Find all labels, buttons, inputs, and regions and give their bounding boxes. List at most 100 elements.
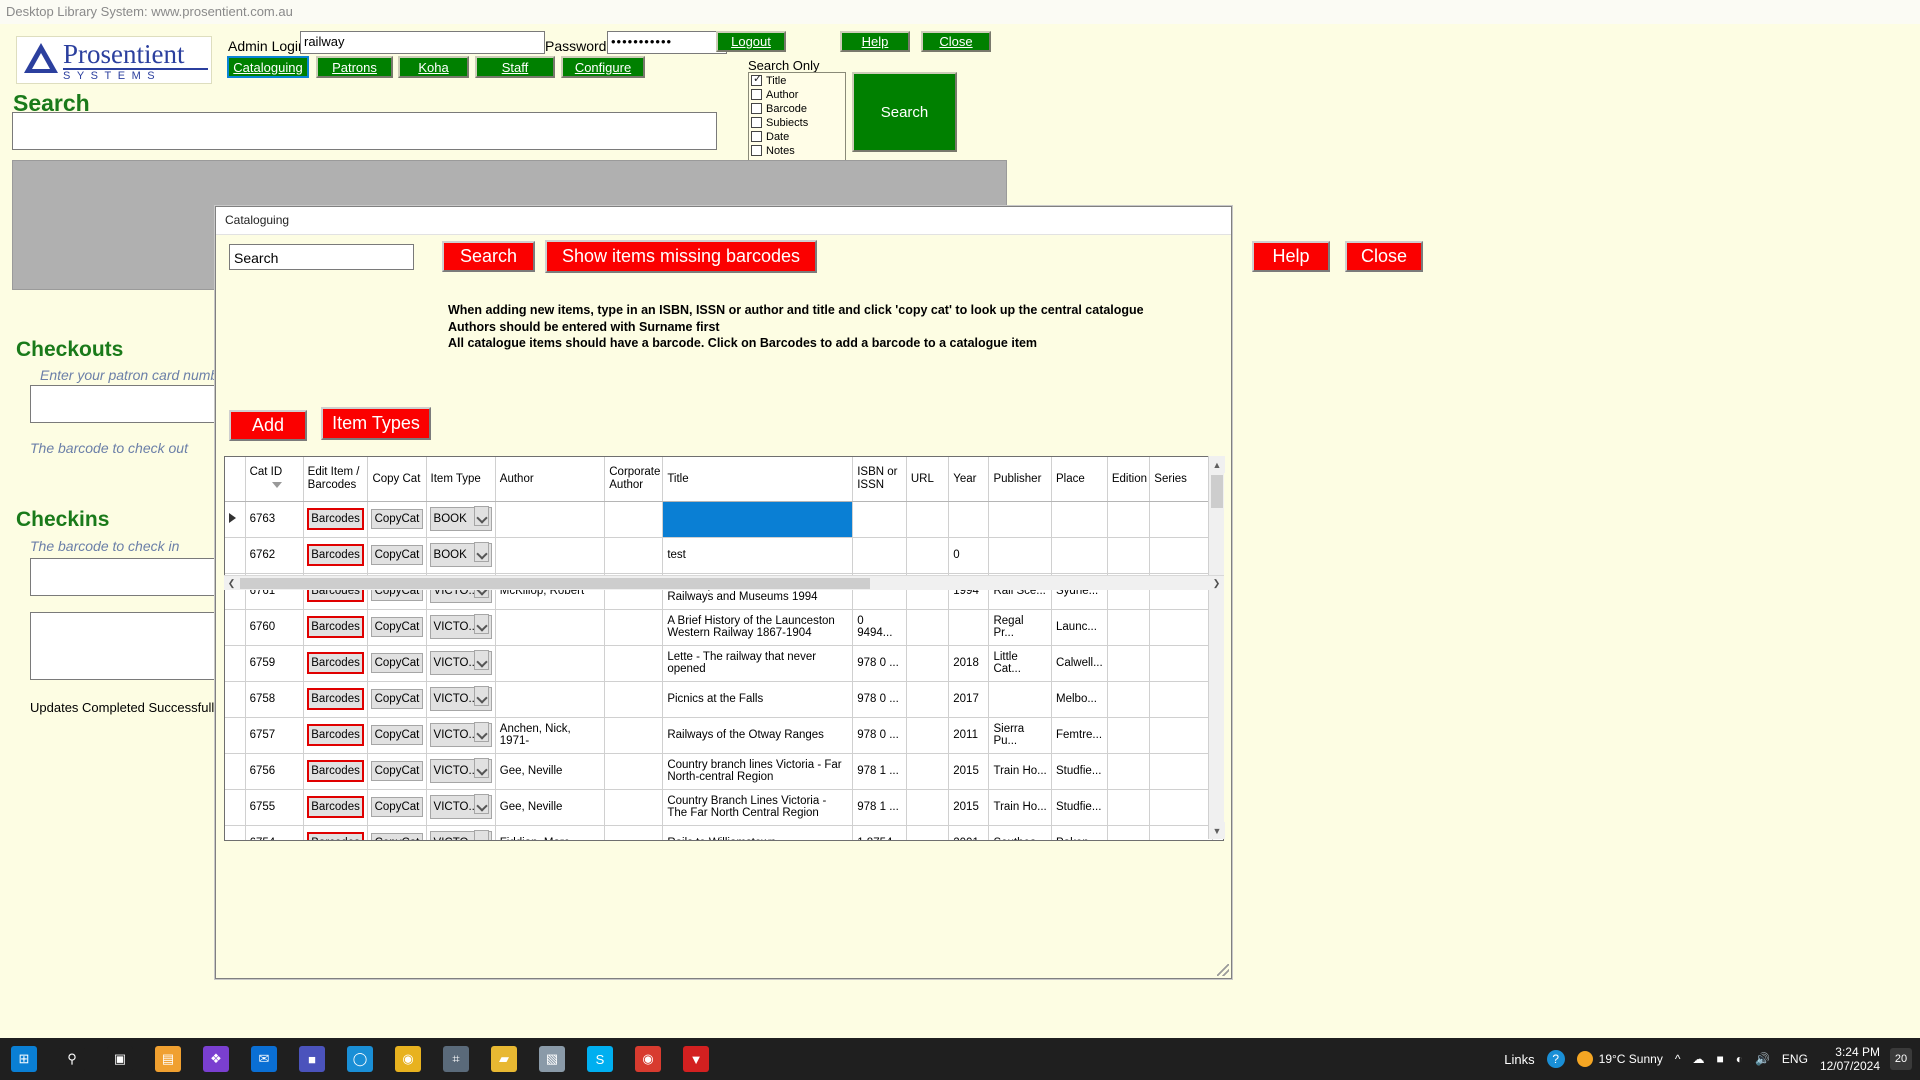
cell-url[interactable] [906,537,950,574]
cell-corporate_author[interactable] [604,717,664,754]
table-row[interactable]: 6757 Barcodes CopyCat VICTO... Anchen, Nick,… [225,717,1213,754]
cell-item-type[interactable]: VICTO... [426,717,496,754]
cell-barcodes[interactable]: Barcodes [303,681,369,718]
cell-series[interactable] [1149,717,1213,754]
copycat-button[interactable]: CopyCat [371,761,423,781]
table-row[interactable]: 6760 Barcodes CopyCat VICTO... A Brief Histo… [225,609,1213,646]
cell-url[interactable] [906,501,950,538]
col-cat-id[interactable]: Cat ID [245,457,304,502]
row-marker-cell[interactable] [225,537,246,574]
search-only-option-author[interactable]: Author [751,88,845,101]
cell-place[interactable]: Paken [1051,825,1108,840]
table-row[interactable]: 6754Barcodes CopyCat VICTO Fiddian, Marc Rai… [225,825,1213,840]
cell-item-type[interactable]: BOOK [426,501,496,538]
table-row[interactable]: 6756 Barcodes CopyCat VICTO... Gee, Neville C… [225,753,1213,790]
barcodes-button[interactable]: Barcodes [306,544,365,566]
dialog-resize-grip[interactable] [1217,964,1229,976]
copycat-button[interactable]: CopyCat [371,725,423,745]
cell-publisher[interactable] [988,537,1053,574]
chevron-down-icon[interactable] [473,758,489,778]
edge-icon[interactable]: ◯ [336,1038,384,1080]
show-missing-barcodes-button[interactable]: Show items missing barcodes [545,240,817,273]
cell-copycat[interactable]: CopyCat [367,717,427,754]
cell-title[interactable]: A Brief History of the Launceston Wester… [662,609,854,646]
cell-year[interactable]: 2015 [948,789,990,826]
cell-publisher[interactable]: Train Ho... [988,753,1053,790]
nav-tab-patrons[interactable]: Patrons [316,56,393,78]
copycat-button[interactable]: CopyCat [371,545,423,565]
search-only-option-notes[interactable]: Notes [751,144,845,157]
cell-place[interactable]: Calwell... [1051,645,1108,682]
cell-cat_id[interactable]: 6754 [245,825,304,840]
cell-copycat[interactable]: CopyCat [367,825,427,840]
chevron-down-icon[interactable] [473,830,489,840]
table-row[interactable]: 6762 Barcodes CopyCat BOOK test 0 [225,537,1213,574]
help-button[interactable]: Help [840,31,910,52]
cell-item-type[interactable]: VICTO... [426,681,496,718]
search-input[interactable] [12,112,717,150]
row-marker-cell[interactable] [225,825,246,840]
cell-edition[interactable] [1107,717,1151,754]
scroll-left-icon[interactable]: ❮ [224,576,239,591]
tray-expand-icon[interactable]: ^ [1669,1052,1687,1066]
cell-edition[interactable] [1107,537,1151,574]
cell-year[interactable]: 2015 [948,753,990,790]
cell-author[interactable]: Fiddian, Marc [495,825,606,840]
cell-publisher[interactable] [988,681,1053,718]
col-isbn-issn[interactable]: ISBN or ISSN [852,457,907,502]
scroll-up-icon[interactable]: ▲ [1209,456,1225,473]
cell-place[interactable]: Launc... [1051,609,1108,646]
cell-copycat[interactable]: CopyCat [367,609,427,646]
row-marker-cell[interactable] [225,645,246,682]
cell-series[interactable] [1149,609,1213,646]
task-view-icon[interactable]: ▣ [96,1038,144,1080]
checkins-list-box[interactable] [30,612,230,680]
item-types-button[interactable]: Item Types [321,407,431,440]
barcodes-button[interactable]: Barcodes [306,796,365,818]
cell-edition[interactable] [1107,825,1151,840]
row-marker-cell[interactable] [225,681,246,718]
checkouts-input[interactable] [30,385,230,423]
cell-barcodes[interactable]: Barcodes [303,645,369,682]
cell-year[interactable] [948,609,990,646]
cell-edition[interactable] [1107,609,1151,646]
cell-series[interactable] [1149,681,1213,718]
notepad-icon[interactable]: ▧ [528,1038,576,1080]
cell-year[interactable]: 2018 [948,645,990,682]
row-marker-cell[interactable] [225,609,246,646]
cell-title[interactable]: test [662,537,854,574]
vertical-scroll-thumb[interactable] [1211,475,1223,508]
cell-place[interactable] [1051,501,1108,538]
cell-cat_id[interactable]: 6763 [245,501,304,538]
cell-url[interactable] [906,681,950,718]
cell-isbn[interactable]: 1 8754 [852,825,907,840]
row-marker-cell[interactable] [225,717,246,754]
dialog-help-button[interactable]: Help [1252,241,1330,272]
barcodes-button[interactable]: Barcodes [306,508,365,530]
checkbox-subjects-icon[interactable] [751,117,762,128]
cell-title[interactable]: Country branch lines Victoria - Far Nort… [662,753,854,790]
remote-desktop-icon[interactable]: ⌗ [432,1038,480,1080]
col-series[interactable]: Series [1149,457,1213,502]
weather-widget[interactable]: 19°C Sunny [1571,1051,1669,1067]
cell-place[interactable]: Femtre... [1051,717,1108,754]
grid-vertical-scrollbar[interactable]: ▲ ▼ [1208,456,1225,839]
cell-copycat[interactable]: CopyCat [367,753,427,790]
col-item-type[interactable]: Item Type [426,457,496,502]
cell-corporate_author[interactable] [604,825,664,840]
cell-item-type[interactable]: BOOK [426,537,496,574]
search-only-option-barcode[interactable]: Barcode [751,102,845,115]
row-marker-cell[interactable] [225,789,246,826]
cell-corporate_author[interactable] [604,753,664,790]
dialog-titlebar[interactable]: Cataloguing [216,207,1231,235]
cell-author[interactable] [495,609,606,646]
chevron-down-icon[interactable] [473,614,489,634]
cell-isbn[interactable]: 978 1 ... [852,789,907,826]
barcodes-button[interactable]: Barcodes [306,616,365,638]
chevron-down-icon[interactable] [473,542,489,562]
col-edit-item-barcodes[interactable]: Edit Item / Barcodes [303,457,369,502]
battery-icon[interactable]: ■ [1710,1052,1729,1066]
cell-corporate_author[interactable] [604,681,664,718]
cell-cat_id[interactable]: 6760 [245,609,304,646]
start-icon[interactable]: ⊞ [0,1038,48,1080]
